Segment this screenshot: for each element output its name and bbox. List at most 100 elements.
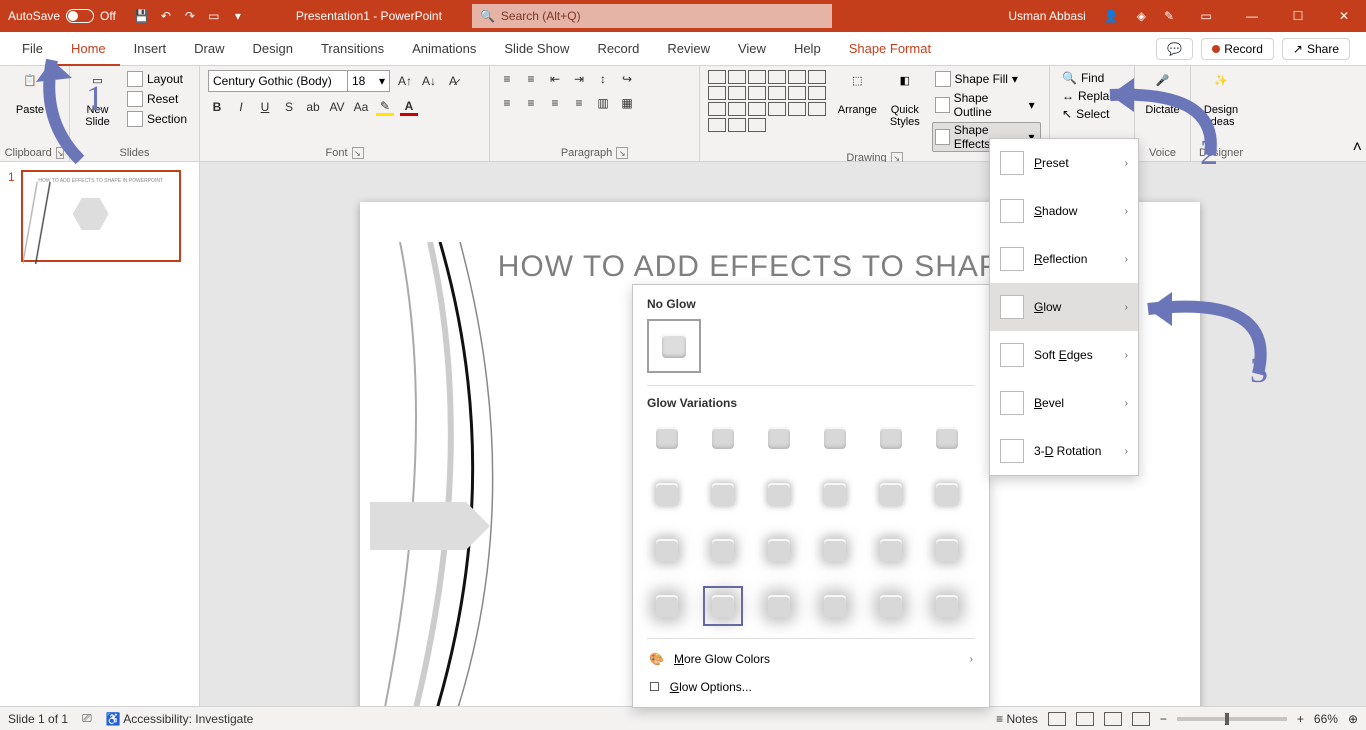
no-glow-option[interactable] xyxy=(647,319,701,373)
strike-button[interactable]: S xyxy=(280,98,298,116)
notes-button[interactable]: ≡ Notes xyxy=(996,712,1038,726)
char-spacing-icon[interactable]: AV xyxy=(328,98,346,116)
shrink-font-icon[interactable]: A↓ xyxy=(420,72,438,90)
text-direction-icon[interactable]: ↪ xyxy=(618,70,636,88)
layout-button[interactable]: Layout xyxy=(123,70,191,88)
pen-icon[interactable]: ✎ xyxy=(1164,9,1174,23)
section-button[interactable]: Section xyxy=(123,110,191,128)
record-button[interactable]: Record xyxy=(1201,38,1274,60)
undo-icon[interactable]: ↶ xyxy=(158,8,174,24)
glow-variation[interactable] xyxy=(927,586,967,626)
tab-draw[interactable]: Draw xyxy=(180,32,238,66)
highlight-icon[interactable]: ✎ xyxy=(376,98,394,116)
shadow-text-icon[interactable]: ab xyxy=(304,98,322,116)
glow-variation[interactable] xyxy=(703,474,743,514)
quick-styles-button[interactable]: ◧Quick Styles xyxy=(884,70,925,128)
select-button[interactable]: ↖Select xyxy=(1058,106,1126,122)
font-color-icon[interactable]: A xyxy=(400,98,418,116)
glow-variation[interactable] xyxy=(815,418,855,458)
glow-variation[interactable] xyxy=(703,418,743,458)
minimize-icon[interactable]: — xyxy=(1238,9,1266,23)
zoom-level[interactable]: 66% xyxy=(1314,712,1338,726)
paragraph-launcher-icon[interactable]: ↘ xyxy=(616,147,628,159)
tab-transitions[interactable]: Transitions xyxy=(307,32,398,66)
effects-soft-edges[interactable]: Soft Edges› xyxy=(990,331,1138,379)
effects-3d-rotation[interactable]: 3-D Rotation› xyxy=(990,427,1138,475)
justify-icon[interactable]: ≡ xyxy=(570,94,588,112)
glow-variation[interactable] xyxy=(647,418,687,458)
close-icon[interactable]: ✕ xyxy=(1330,9,1358,23)
zoom-slider[interactable] xyxy=(1177,717,1287,721)
redo-icon[interactable]: ↷ xyxy=(182,8,198,24)
dictate-button[interactable]: 🎤Dictate xyxy=(1143,70,1182,116)
tab-view[interactable]: View xyxy=(724,32,780,66)
slide-thumbnail-1[interactable]: HOW TO ADD EFFECTS TO SHAPE IN POWERPOIN… xyxy=(21,170,181,262)
find-button[interactable]: 🔍Find xyxy=(1058,70,1126,86)
tab-design[interactable]: Design xyxy=(239,32,307,66)
glow-options[interactable]: ☐Glow Options... xyxy=(647,673,975,701)
tab-shape-format[interactable]: Shape Format xyxy=(835,32,945,66)
qat-more-icon[interactable]: ▾ xyxy=(230,8,246,24)
more-glow-colors[interactable]: 🎨More Glow Colors› xyxy=(647,645,975,673)
glow-variation[interactable] xyxy=(759,418,799,458)
accessibility-button[interactable]: ♿ Accessibility: Investigate xyxy=(106,712,254,726)
collapse-ribbon-icon[interactable]: ˄ xyxy=(1353,139,1362,157)
font-size-select[interactable]: 18▾ xyxy=(348,70,390,92)
indent-inc-icon[interactable]: ⇥ xyxy=(570,70,588,88)
align-center-icon[interactable]: ≡ xyxy=(522,94,540,112)
arrange-button[interactable]: ⬚Arrange xyxy=(837,70,878,116)
autosave-toggle[interactable]: AutoSave Off xyxy=(0,9,124,23)
glow-variation[interactable] xyxy=(759,530,799,570)
effects-reflection[interactable]: Reflection› xyxy=(990,235,1138,283)
grow-font-icon[interactable]: A↑ xyxy=(396,72,414,90)
font-launcher-icon[interactable]: ↘ xyxy=(352,147,364,159)
diamond-icon[interactable]: ◈ xyxy=(1137,9,1146,23)
zoom-out-button[interactable]: − xyxy=(1160,712,1167,726)
effects-preset[interactable]: Preset› xyxy=(990,139,1138,187)
tab-record[interactable]: Record xyxy=(583,32,653,66)
slideshow-view-icon[interactable] xyxy=(1132,712,1150,726)
design-ideas-button[interactable]: ✨Design Ideas xyxy=(1199,70,1243,128)
share-button[interactable]: ↗ Share xyxy=(1282,38,1350,60)
glow-variation[interactable] xyxy=(647,586,687,626)
indent-dec-icon[interactable]: ⇤ xyxy=(546,70,564,88)
glow-variation[interactable] xyxy=(759,586,799,626)
sorter-view-icon[interactable] xyxy=(1076,712,1094,726)
glow-variation-selected[interactable] xyxy=(703,586,743,626)
tab-review[interactable]: Review xyxy=(653,32,724,66)
align-right-icon[interactable]: ≡ xyxy=(546,94,564,112)
bullets-icon[interactable]: ≡ xyxy=(498,70,516,88)
fit-window-icon[interactable]: ⊕ xyxy=(1348,712,1358,726)
clear-format-icon[interactable]: A̷ xyxy=(444,72,462,90)
tab-insert[interactable]: Insert xyxy=(120,32,181,66)
search-input[interactable]: 🔍 Search (Alt+Q) xyxy=(472,4,832,28)
underline-button[interactable]: U xyxy=(256,98,274,116)
language-icon[interactable]: ⎚ xyxy=(82,711,92,726)
glow-variation[interactable] xyxy=(927,474,967,514)
glow-variation[interactable] xyxy=(759,474,799,514)
user-avatar-icon[interactable]: 👤 xyxy=(1104,9,1119,23)
glow-variation[interactable] xyxy=(815,586,855,626)
zoom-in-button[interactable]: + xyxy=(1297,712,1304,726)
maximize-icon[interactable]: ☐ xyxy=(1284,9,1312,23)
effects-glow[interactable]: Glow› xyxy=(990,283,1138,331)
effects-shadow[interactable]: Shadow› xyxy=(990,187,1138,235)
slideshow-start-icon[interactable]: ▭ xyxy=(206,8,222,24)
font-name-select[interactable]: Century Gothic (Body) xyxy=(208,70,348,92)
glow-variation[interactable] xyxy=(647,530,687,570)
shapes-gallery[interactable] xyxy=(708,70,831,132)
user-name[interactable]: Usman Abbasi xyxy=(1008,9,1085,23)
tab-help[interactable]: Help xyxy=(780,32,835,66)
glow-variation[interactable] xyxy=(815,474,855,514)
normal-view-icon[interactable] xyxy=(1048,712,1066,726)
tab-file[interactable]: File xyxy=(8,32,57,66)
ribbon-display-icon[interactable]: ▭ xyxy=(1192,9,1220,23)
glow-variation[interactable] xyxy=(703,530,743,570)
glow-variation[interactable] xyxy=(871,530,911,570)
effects-bevel[interactable]: Bevel› xyxy=(990,379,1138,427)
tab-animations[interactable]: Animations xyxy=(398,32,490,66)
tab-slideshow[interactable]: Slide Show xyxy=(490,32,583,66)
save-icon[interactable]: 💾 xyxy=(134,8,150,24)
glow-variation[interactable] xyxy=(647,474,687,514)
glow-variation[interactable] xyxy=(815,530,855,570)
